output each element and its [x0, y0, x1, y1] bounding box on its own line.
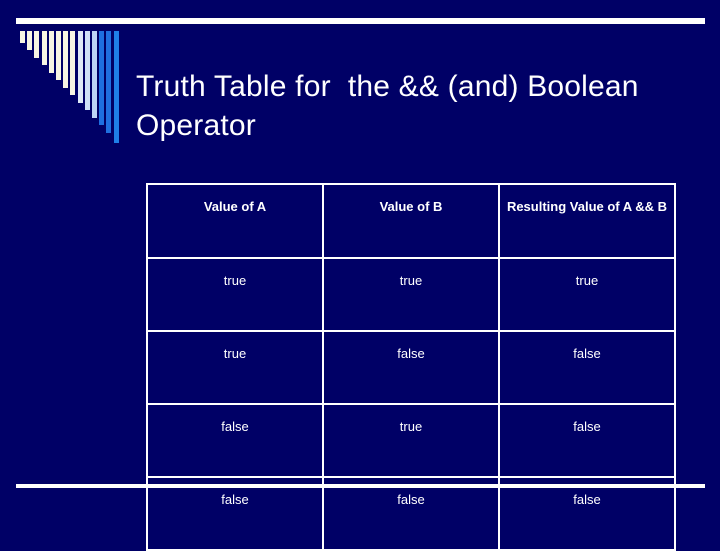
truth-table: Value of A Value of B Resulting Value of… — [146, 183, 676, 551]
column-header-resulting-value: Resulting Value of A && B — [498, 183, 676, 259]
table-body: true true true true false false false tr… — [146, 257, 676, 551]
cell-result: false — [498, 403, 676, 478]
staircase-bars-decoration — [20, 31, 124, 143]
decoration-bar — [34, 31, 40, 58]
cell-b: true — [322, 257, 500, 332]
cell-b: false — [322, 330, 500, 405]
cell-b: true — [322, 403, 500, 478]
cell-a: true — [146, 257, 324, 332]
decoration-bar — [56, 31, 61, 80]
table-row: true false false — [146, 330, 676, 405]
cell-result: true — [498, 257, 676, 332]
decoration-bar — [77, 31, 83, 103]
column-header-value-of-b: Value of B — [322, 183, 500, 259]
truth-table-container: Value of A Value of B Resulting Value of… — [146, 183, 676, 551]
decoration-bar — [41, 31, 47, 65]
cell-result: false — [498, 330, 676, 405]
decoration-bar — [92, 31, 97, 118]
decoration-bar — [106, 31, 112, 133]
top-divider-rule — [16, 18, 705, 24]
decoration-bar — [70, 31, 76, 95]
cell-a: false — [146, 403, 324, 478]
table-row: true true true — [146, 257, 676, 332]
page-title: Truth Table for the && (and) Boolean Ope… — [136, 70, 648, 143]
bottom-divider-rule — [16, 484, 705, 488]
cell-a: true — [146, 330, 324, 405]
decoration-bar — [99, 31, 105, 125]
decoration-bar — [48, 31, 54, 73]
slide-canvas: Truth Table for the && (and) Boolean Ope… — [0, 0, 720, 551]
decoration-bar — [63, 31, 69, 88]
decoration-bar — [84, 31, 90, 110]
table-row: false true false — [146, 403, 676, 478]
table-header-row: Value of A Value of B Resulting Value of… — [146, 183, 676, 259]
decoration-bar — [27, 31, 33, 50]
column-header-value-of-a: Value of A — [146, 183, 324, 259]
decoration-bar — [20, 31, 25, 43]
decoration-bar — [113, 31, 119, 143]
